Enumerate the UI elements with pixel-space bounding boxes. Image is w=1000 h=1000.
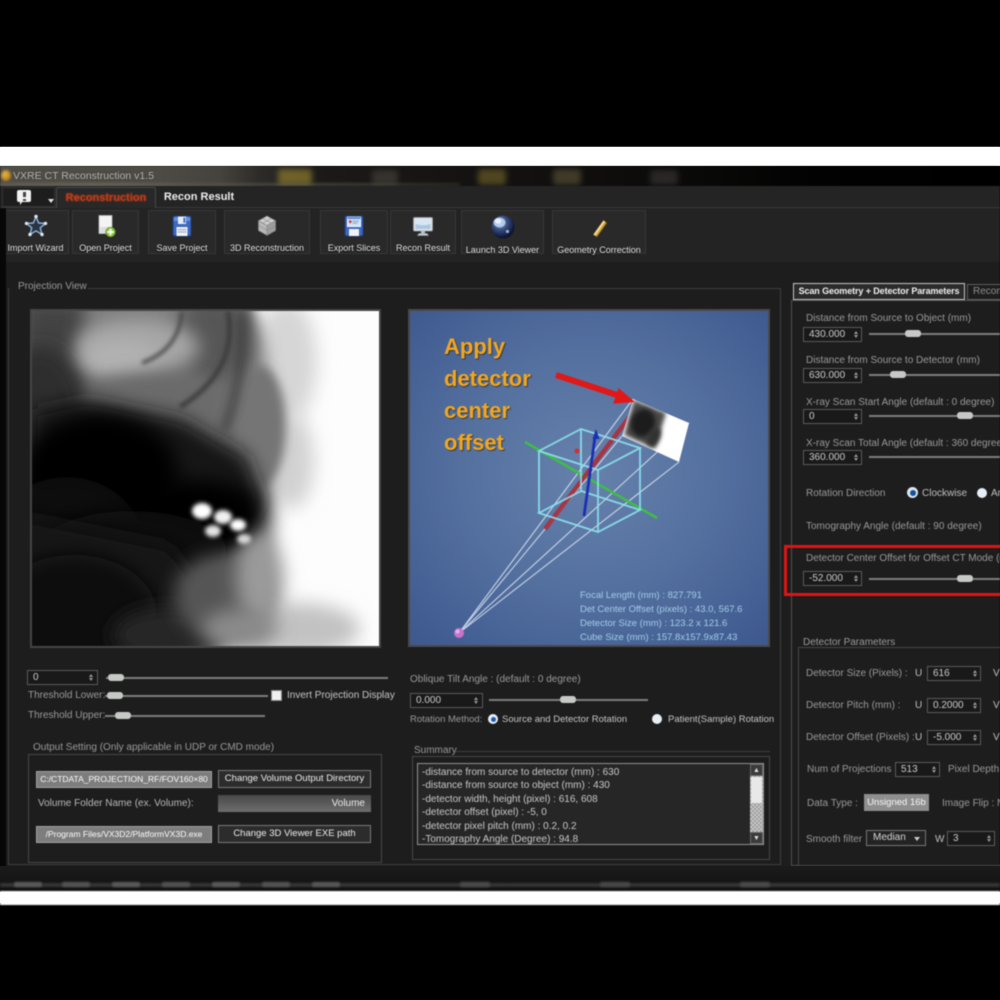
svg-text:offset: offset xyxy=(444,430,505,455)
svg-text:Cube Size (mm) : 157.8x157.9x8: Cube Size (mm) : 157.8x157.9x87.43 xyxy=(580,632,737,643)
svg-text:Detector Size (mm) : 123.2 x 1: Detector Size (mm) : 123.2 x 121.6 xyxy=(580,618,727,629)
svg-text:center: center xyxy=(444,398,510,423)
svg-text:Det Center Offset (pixels) : 4: Det Center Offset (pixels) : 43.0, 567.6 xyxy=(580,604,742,615)
svg-text:Focal Length (mm) : 827.791: Focal Length (mm) : 827.791 xyxy=(580,590,702,601)
svg-text:detector: detector xyxy=(444,366,531,391)
svg-text:Apply: Apply xyxy=(444,334,506,359)
